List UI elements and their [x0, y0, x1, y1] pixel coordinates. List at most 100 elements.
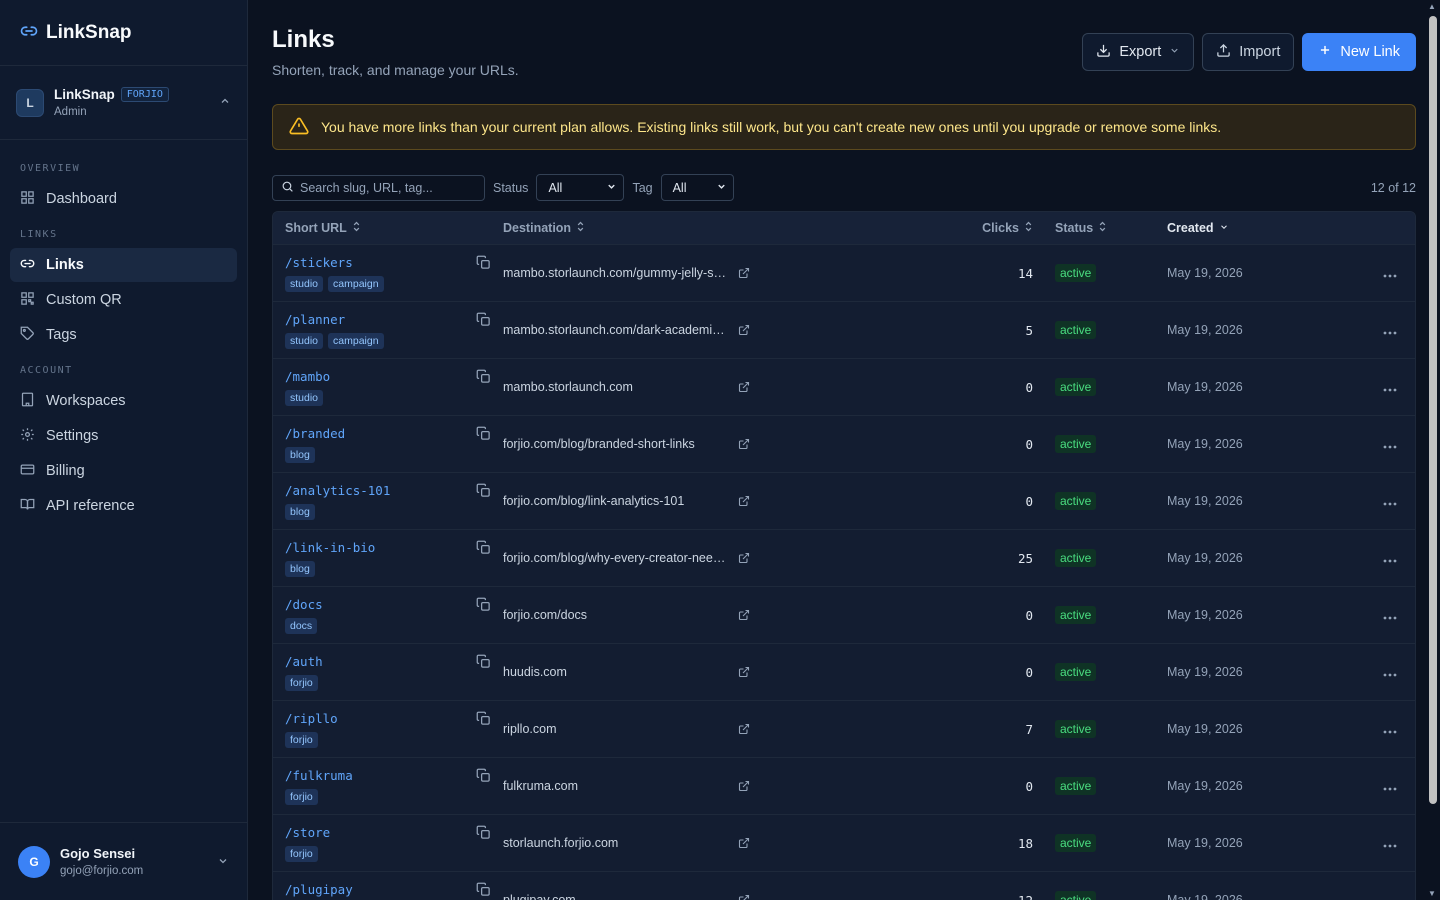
more-actions-button[interactable]: [1337, 550, 1415, 566]
more-actions-button[interactable]: [1337, 379, 1415, 395]
copy-icon[interactable]: [476, 426, 491, 444]
more-actions-button[interactable]: [1337, 835, 1415, 851]
destination-url[interactable]: huudis.com: [503, 665, 728, 679]
import-button[interactable]: Import: [1202, 33, 1295, 71]
scroll-down-arrow[interactable]: ▼: [1428, 889, 1436, 898]
table-row[interactable]: /analytics-101 blog forjio.com/blog/link…: [273, 473, 1415, 530]
external-link-icon[interactable]: [738, 609, 750, 621]
table-row[interactable]: /docs docs forjio.com/docs 0 active May …: [273, 587, 1415, 644]
table-row[interactable]: /planner studio campaign mambo.storlaunch…: [273, 302, 1415, 359]
destination-url[interactable]: forjio.com/blog/branded-short-links: [503, 437, 728, 451]
search-input[interactable]: [300, 180, 470, 195]
column-status[interactable]: Status: [1041, 221, 1167, 235]
table-row[interactable]: /ripllo forjio ripllo.com 7 active May 1…: [273, 701, 1415, 758]
sidebar-item-links[interactable]: Links: [10, 248, 237, 282]
external-link-icon[interactable]: [738, 495, 750, 507]
user-name: Gojo Sensei: [60, 846, 136, 861]
table-row[interactable]: /auth forjio huudis.com 0 active May 19,…: [273, 644, 1415, 701]
short-url-link[interactable]: /mambo: [285, 369, 330, 384]
copy-icon[interactable]: [476, 768, 491, 786]
table-row[interactable]: /mambo studio mambo.storlaunch.com 0 act…: [273, 359, 1415, 416]
more-actions-button[interactable]: [1337, 322, 1415, 338]
copy-icon[interactable]: [476, 255, 491, 273]
destination-url[interactable]: forjio.com/docs: [503, 608, 728, 622]
external-link-icon[interactable]: [738, 381, 750, 393]
external-link-icon[interactable]: [738, 780, 750, 792]
destination-url[interactable]: mambo.storlaunch.com/gummy-jelly-sticker…: [503, 266, 728, 280]
page-scrollbar[interactable]: ▲ ▼: [1426, 0, 1440, 900]
sidebar-item-custom-qr[interactable]: Custom QR: [10, 283, 237, 317]
short-url-link[interactable]: /planner: [285, 312, 384, 327]
copy-icon[interactable]: [476, 825, 491, 843]
new-link-button[interactable]: New Link: [1302, 33, 1416, 71]
destination-url[interactable]: mambo.storlaunch.com: [503, 380, 728, 394]
short-url-link[interactable]: /plugipay: [285, 882, 353, 897]
short-url-link[interactable]: /stickers: [285, 255, 384, 270]
tag-select[interactable]: All: [660, 174, 734, 201]
external-link-icon[interactable]: [738, 552, 750, 564]
more-actions-button[interactable]: [1337, 721, 1415, 737]
short-url-link[interactable]: /ripllo: [285, 711, 338, 726]
sidebar-item-dashboard[interactable]: Dashboard: [10, 182, 237, 216]
copy-icon[interactable]: [476, 540, 491, 558]
user-menu[interactable]: G Gojo Sensei gojo@forjio.com: [0, 822, 247, 900]
column-clicks[interactable]: Clicks: [963, 221, 1041, 235]
more-actions-button[interactable]: [1337, 778, 1415, 794]
destination-url[interactable]: fulkruma.com: [503, 779, 728, 793]
copy-icon[interactable]: [476, 312, 491, 330]
sidebar-item-billing[interactable]: Billing: [10, 454, 237, 488]
more-actions-button[interactable]: [1337, 892, 1415, 900]
external-link-icon[interactable]: [738, 666, 750, 678]
short-url-link[interactable]: /fulkruma: [285, 768, 353, 783]
sidebar-item-api-reference[interactable]: API reference: [10, 489, 237, 523]
short-url-link[interactable]: /link-in-bio: [285, 540, 375, 555]
copy-icon[interactable]: [476, 654, 491, 672]
status-select[interactable]: All: [536, 174, 625, 201]
external-link-icon[interactable]: [738, 894, 750, 900]
destination-url[interactable]: forjio.com/blog/why-every-creator-needs-…: [503, 551, 728, 565]
copy-icon[interactable]: [476, 597, 491, 615]
destination-url[interactable]: plugipay.com: [503, 893, 728, 900]
short-url-link[interactable]: /auth: [285, 654, 323, 669]
more-actions-button[interactable]: [1337, 607, 1415, 623]
sidebar-item-workspaces[interactable]: Workspaces: [10, 384, 237, 418]
more-actions-button[interactable]: [1337, 436, 1415, 452]
table-row[interactable]: /store forjio storlaunch.forjio.com 18 a…: [273, 815, 1415, 872]
copy-icon[interactable]: [476, 711, 491, 729]
external-link-icon[interactable]: [738, 723, 750, 735]
copy-icon[interactable]: [476, 483, 491, 501]
export-button[interactable]: Export: [1082, 33, 1195, 71]
short-url-link[interactable]: /analytics-101: [285, 483, 390, 498]
external-link-icon[interactable]: [738, 324, 750, 336]
column-created[interactable]: Created: [1167, 221, 1337, 235]
workspace-switcher[interactable]: L LinkSnap FORJIO Admin: [0, 66, 247, 140]
external-link-icon[interactable]: [738, 837, 750, 849]
short-url-link[interactable]: /store: [285, 825, 330, 840]
table-row[interactable]: /link-in-bio blog forjio.com/blog/why-ev…: [273, 530, 1415, 587]
destination-url[interactable]: mambo.storlaunch.com/dark-academia-plann…: [503, 323, 728, 337]
table-row[interactable]: /plugipay forjio plugipay.com 12 active …: [273, 872, 1415, 900]
sidebar-item-settings[interactable]: Settings: [10, 419, 237, 453]
destination-url[interactable]: ripllo.com: [503, 722, 728, 736]
search-box[interactable]: [272, 174, 485, 201]
scrollbar-thumb[interactable]: [1429, 16, 1437, 804]
more-actions-button[interactable]: [1337, 265, 1415, 281]
table-row[interactable]: /fulkruma forjio fulkruma.com 0 active M…: [273, 758, 1415, 815]
brand[interactable]: LinkSnap: [0, 0, 247, 66]
short-url-link[interactable]: /branded: [285, 426, 345, 441]
more-actions-button[interactable]: [1337, 493, 1415, 509]
more-actions-button[interactable]: [1337, 664, 1415, 680]
short-url-link[interactable]: /docs: [285, 597, 323, 612]
destination-url[interactable]: forjio.com/blog/link-analytics-101: [503, 494, 728, 508]
column-short-url[interactable]: Short URL: [273, 221, 503, 235]
sidebar-item-tags[interactable]: Tags: [10, 318, 237, 352]
table-row[interactable]: /stickers studio campaign mambo.storlaunc…: [273, 245, 1415, 302]
scroll-up-arrow[interactable]: ▲: [1428, 2, 1436, 11]
copy-icon[interactable]: [476, 369, 491, 387]
copy-icon[interactable]: [476, 882, 491, 900]
external-link-icon[interactable]: [738, 267, 750, 279]
destination-url[interactable]: storlaunch.forjio.com: [503, 836, 728, 850]
column-destination[interactable]: Destination: [503, 221, 963, 235]
external-link-icon[interactable]: [738, 438, 750, 450]
table-row[interactable]: /branded blog forjio.com/blog/branded-sh…: [273, 416, 1415, 473]
